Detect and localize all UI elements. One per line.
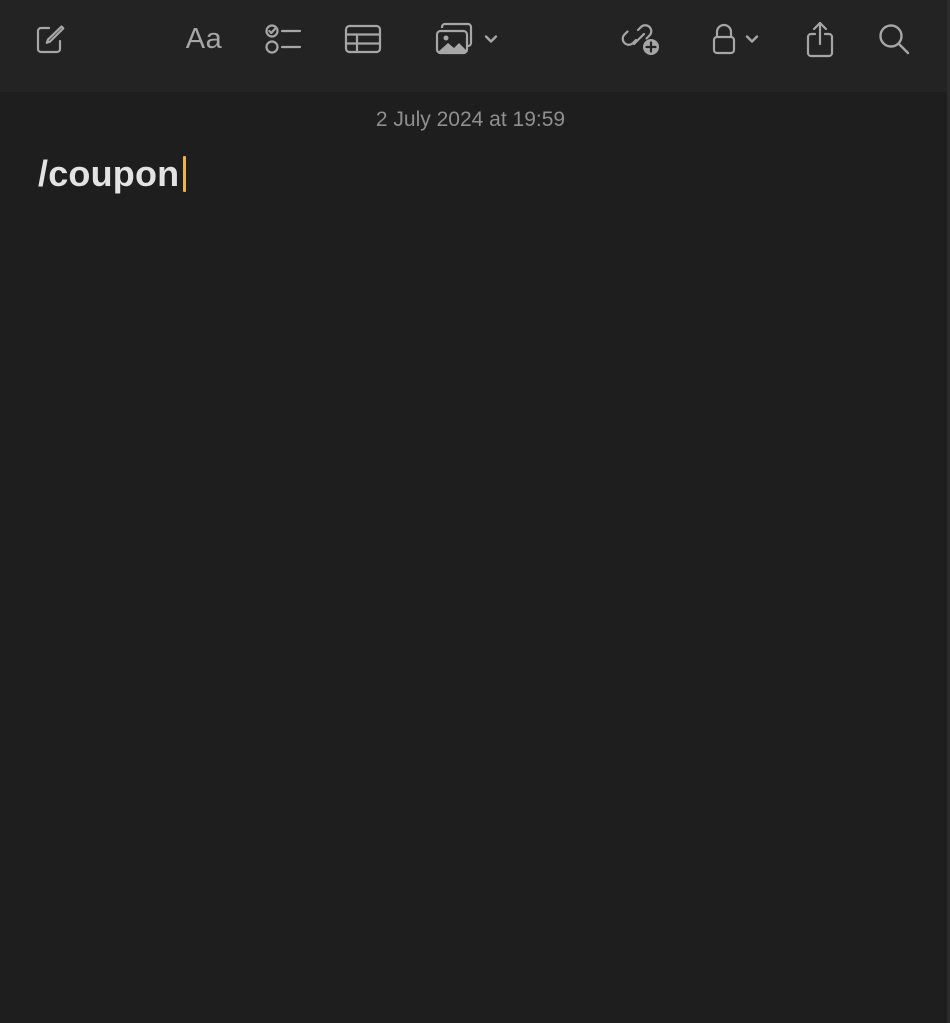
- checklist-button[interactable]: [262, 16, 304, 62]
- lock-icon: [711, 22, 737, 56]
- photo-icon: [434, 22, 476, 56]
- share-button[interactable]: [802, 16, 838, 62]
- text-caret: [183, 156, 187, 192]
- note-date: 2 July 2024 at 19:59: [375, 108, 566, 131]
- collaborate-button[interactable]: [619, 16, 663, 62]
- media-button[interactable]: [428, 16, 504, 62]
- chevron-down-icon: [745, 34, 759, 44]
- compose-icon: [33, 22, 67, 56]
- notes-window: Aa 2 July 2024 at 19:59 /coupon: [0, 0, 950, 1023]
- share-icon: [805, 20, 835, 58]
- chevron-down-icon: [484, 34, 498, 44]
- table-button[interactable]: [342, 16, 384, 62]
- toolbar: Aa: [0, 0, 947, 92]
- lock-button[interactable]: [703, 16, 767, 62]
- search-icon: [877, 22, 911, 56]
- collaborate-icon: [621, 21, 659, 55]
- note-editor[interactable]: /coupon: [38, 150, 187, 198]
- format-label: Aa: [185, 22, 223, 55]
- search-button[interactable]: [874, 16, 914, 62]
- note-title[interactable]: /coupon: [38, 150, 179, 198]
- new-note-button[interactable]: [30, 16, 70, 62]
- table-icon: [344, 23, 382, 55]
- format-button[interactable]: Aa: [178, 16, 230, 62]
- checklist-icon: [264, 22, 302, 56]
